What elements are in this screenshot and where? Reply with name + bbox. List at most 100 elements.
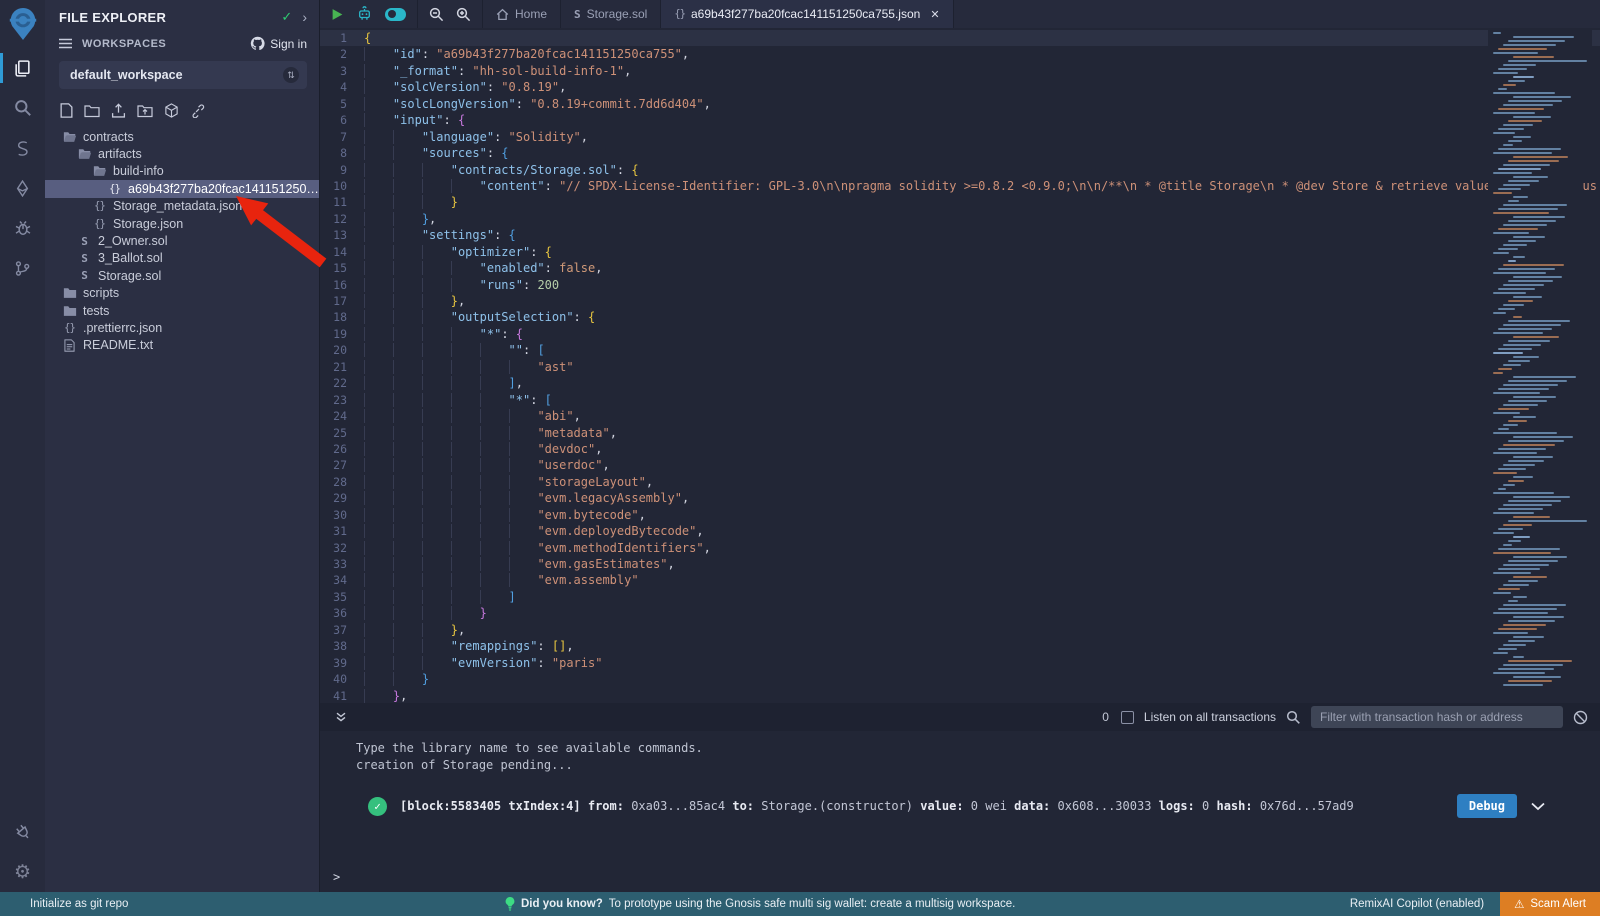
code-line-29[interactable]: 29 "evm.legacyAssembly", [320, 490, 1600, 506]
code-line-3[interactable]: 3 "_format": "hh-sol-build-info-1", [320, 63, 1600, 79]
tab-a69b43f277ba20fcac141151250ca755-json[interactable]: {}a69b43f277ba20fcac141151250ca755.json✕ [661, 0, 953, 28]
code-editor[interactable]: 1{2 "id": "a69b43f277ba20fcac141151250ca… [320, 28, 1600, 703]
code-line-11[interactable]: 11 } [320, 194, 1600, 210]
new-file-icon[interactable] [60, 103, 73, 118]
code-line-30[interactable]: 30 "evm.bytecode", [320, 507, 1600, 523]
zoom-out-button[interactable] [429, 7, 444, 22]
code-line-36[interactable]: 36 } [320, 605, 1600, 621]
code-line-33[interactable]: 33 "evm.gasEstimates", [320, 556, 1600, 572]
hamburger-menu-icon[interactable] [59, 38, 72, 49]
deploy-run-icon[interactable] [0, 168, 45, 208]
code-line-10[interactable]: 10 "content": "// SPDX-License-Identifie… [320, 178, 1600, 194]
terminal-prompt[interactable]: > [333, 870, 340, 884]
tree-item-contracts[interactable]: contracts [45, 128, 319, 145]
code-line-38[interactable]: 38 "remappings": [], [320, 638, 1600, 654]
file-explorer-icon[interactable] [0, 48, 45, 88]
listen-checkbox[interactable] [1121, 711, 1134, 724]
tree-item-a69b43f277ba20fcac141151250ca7[interactable]: {}a69b43f277ba20fcac141151250ca7... [45, 180, 319, 197]
code-line-22[interactable]: 22 ], [320, 375, 1600, 391]
code-line-32[interactable]: 32 "evm.methodIdentifiers", [320, 540, 1600, 556]
solidity-compiler-icon[interactable] [0, 128, 45, 168]
tree-item-prettierrc-json[interactable]: {}.prettierrc.json [45, 319, 319, 336]
transaction-row[interactable]: ✓ [block:5583405 txIndex:4] from: 0xa03.… [368, 794, 1600, 818]
run-script-button[interactable] [331, 8, 344, 21]
tree-item-label: Storage_metadata.json [113, 199, 242, 213]
git-init-button[interactable]: Initialize as git repo [30, 898, 128, 910]
code-line-1[interactable]: 1{ [320, 30, 1600, 46]
cube-icon[interactable] [164, 103, 179, 118]
code-line-16[interactable]: 16 "runs": 200 [320, 277, 1600, 293]
tab-home[interactable]: Home [483, 0, 561, 28]
tree-item-storage-metadata-json[interactable]: {}Storage_metadata.json [45, 198, 319, 215]
copilot-status[interactable]: RemixAI Copilot (enabled) [1350, 898, 1484, 910]
workspace-select[interactable]: default_workspace ⇅ [59, 61, 307, 89]
settings-icon[interactable]: ⚙ [0, 852, 45, 892]
tree-item-scripts[interactable]: scripts [45, 285, 319, 302]
link-icon[interactable] [190, 103, 205, 118]
tree-item-storage-sol[interactable]: SStorage.sol [45, 267, 319, 284]
terminal-body[interactable]: Type the library name to see available c… [320, 731, 1600, 892]
close-icon[interactable]: ✕ [930, 8, 939, 21]
code-line-20[interactable]: 20 "": [ [320, 342, 1600, 358]
sign-in-button[interactable]: Sign in [250, 36, 307, 51]
code-line-17[interactable]: 17 }, [320, 293, 1600, 309]
code-line-40[interactable]: 40 } [320, 671, 1600, 687]
code-line-18[interactable]: 18 "outputSelection": { [320, 309, 1600, 325]
code-line-35[interactable]: 35 ] [320, 589, 1600, 605]
code-line-24[interactable]: 24 "abi", [320, 408, 1600, 424]
remix-logo-icon[interactable] [0, 0, 45, 48]
code-line-37[interactable]: 37 }, [320, 622, 1600, 638]
chevron-right-icon[interactable]: › [302, 12, 307, 22]
code-line-23[interactable]: 23 "*": [ [320, 392, 1600, 408]
copilot-toggle[interactable] [385, 8, 406, 21]
debugger-icon[interactable] [0, 208, 45, 248]
search-icon[interactable] [0, 88, 45, 128]
file-toolbar [45, 93, 319, 125]
clear-console-icon[interactable] [1573, 710, 1588, 725]
code-line-8[interactable]: 8 "sources": { [320, 145, 1600, 161]
upload-folder-icon[interactable] [137, 104, 153, 118]
tree-item-3-ballot-sol[interactable]: S3_Ballot.sol [45, 250, 319, 267]
code-line-34[interactable]: 34 "evm.assembly" [320, 572, 1600, 588]
tree-item-artifacts[interactable]: artifacts [45, 145, 319, 162]
tree-item-build-info[interactable]: build-info [45, 163, 319, 180]
code-line-25[interactable]: 25 "metadata", [320, 425, 1600, 441]
code-line-21[interactable]: 21 "ast" [320, 359, 1600, 375]
tree-item-tests[interactable]: tests [45, 302, 319, 319]
terminal: 0 Listen on all transactions Type the li… [320, 703, 1600, 892]
code-line-27[interactable]: 27 "userdoc", [320, 457, 1600, 473]
tree-item-storage-json[interactable]: {}Storage.json [45, 215, 319, 232]
code-line-41[interactable]: 41 }, [320, 688, 1600, 704]
tree-item-readme-txt[interactable]: README.txt [45, 337, 319, 354]
tab-storage-sol[interactable]: SStorage.sol [561, 0, 661, 28]
code-line-9[interactable]: 9 "contracts/Storage.sol": { [320, 162, 1600, 178]
upload-file-icon[interactable] [111, 103, 126, 118]
code-line-13[interactable]: 13 "settings": { [320, 227, 1600, 243]
tx-expand-chevron-icon[interactable] [1531, 802, 1545, 811]
code-line-5[interactable]: 5 "solcLongVersion": "0.8.19+commit.7dd6… [320, 96, 1600, 112]
code-line-12[interactable]: 12 }, [320, 211, 1600, 227]
code-line-14[interactable]: 14 "optimizer": { [320, 244, 1600, 260]
plugin-manager-icon[interactable] [0, 812, 45, 852]
code-line-26[interactable]: 26 "devdoc", [320, 441, 1600, 457]
code-line-7[interactable]: 7 "language": "Solidity", [320, 129, 1600, 145]
minimap[interactable] [1488, 28, 1592, 703]
tree-item-2-owner-sol[interactable]: S2_Owner.sol [45, 232, 319, 249]
transaction-filter-input[interactable] [1311, 706, 1563, 728]
code-line-2[interactable]: 2 "id": "a69b43f277ba20fcac141151250ca75… [320, 46, 1600, 62]
check-icon[interactable]: ✓ [281, 9, 292, 25]
git-icon[interactable] [0, 248, 45, 288]
terminal-collapse-button[interactable] [335, 711, 347, 723]
new-folder-icon[interactable] [84, 104, 100, 118]
code-line-6[interactable]: 6 "input": { [320, 112, 1600, 128]
code-line-19[interactable]: 19 "*": { [320, 326, 1600, 342]
code-line-31[interactable]: 31 "evm.deployedBytecode", [320, 523, 1600, 539]
code-line-28[interactable]: 28 "storageLayout", [320, 474, 1600, 490]
code-line-39[interactable]: 39 "evmVersion": "paris" [320, 655, 1600, 671]
code-line-4[interactable]: 4 "solcVersion": "0.8.19", [320, 79, 1600, 95]
code-line-15[interactable]: 15 "enabled": false, [320, 260, 1600, 276]
scam-alert-button[interactable]: ⚠ Scam Alert [1500, 892, 1600, 916]
ai-assistant-button[interactable] [356, 6, 373, 22]
debug-button[interactable]: Debug [1457, 794, 1517, 818]
zoom-in-button[interactable] [456, 7, 471, 22]
